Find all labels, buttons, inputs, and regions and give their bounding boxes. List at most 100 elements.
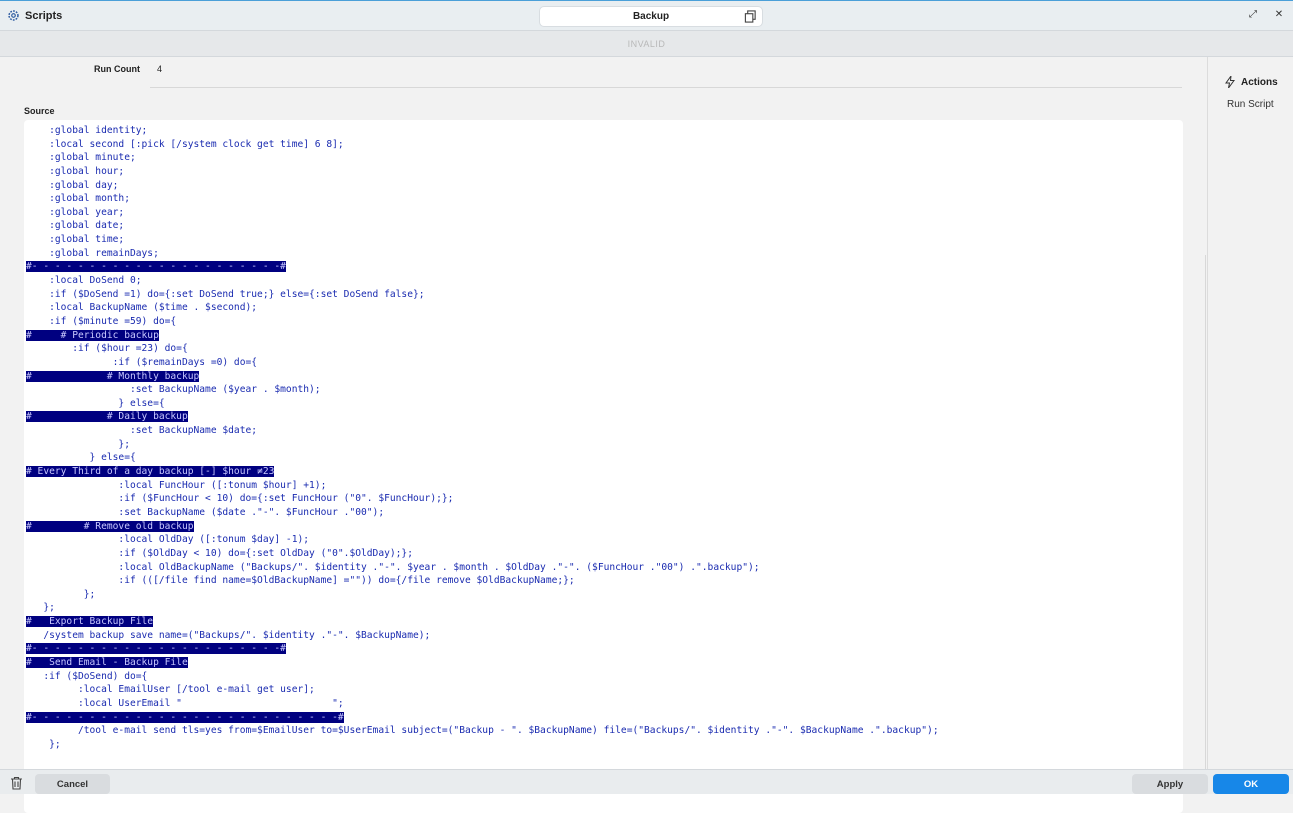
- source-line[interactable]: #- - - - - - - - - - - - - - - - - - - -…: [26, 642, 939, 656]
- source-line[interactable]: # Send Email - Backup File: [26, 656, 939, 670]
- source-line[interactable]: };: [26, 738, 939, 752]
- source-line-text: :local OldBackupName ("Backups/". $ident…: [26, 561, 760, 573]
- source-line-text: /tool e-mail send tls=yes from=$EmailUse…: [26, 725, 939, 737]
- source-line[interactable]: :local second [:pick [/system clock get …: [26, 138, 939, 152]
- source-line[interactable]: :if ($FuncHour < 10) do={:set FuncHour (…: [26, 492, 939, 506]
- source-line-text: :local FuncHour ([:tonum $hour] +1);: [26, 479, 327, 491]
- source-line[interactable]: :if ($DoSend =1) do={:set DoSend true;} …: [26, 288, 939, 302]
- source-line[interactable]: /system backup save name=("Backups/". $i…: [26, 629, 939, 643]
- source-line[interactable]: # # Periodic backup: [26, 329, 939, 343]
- source-line-text: :global identity;: [26, 125, 148, 136]
- source-line[interactable]: # # Daily backup: [26, 410, 939, 424]
- source-line-text: # # Monthly backup: [26, 370, 200, 382]
- apply-button[interactable]: Apply: [1132, 774, 1208, 794]
- source-line[interactable]: :set BackupName ($year . $month);: [26, 383, 939, 397]
- window-controls: ⤢ ✕: [1247, 9, 1285, 20]
- restore-icon[interactable]: ⤢: [1247, 9, 1259, 20]
- source-line[interactable]: # # Remove old backup: [26, 520, 939, 534]
- source-line[interactable]: :local DoSend 0;: [26, 274, 939, 288]
- source-line-text: :global minute;: [26, 152, 136, 164]
- source-line[interactable]: :local UserEmail " ";: [26, 697, 939, 711]
- cancel-button[interactable]: Cancel: [35, 774, 110, 794]
- source-line-text: } else={: [26, 397, 165, 409]
- source-line[interactable]: :local BackupName ($time . $second);: [26, 301, 939, 315]
- run-count-label: Run Count: [94, 64, 140, 74]
- status-bar: INVALID: [0, 31, 1293, 57]
- source-line[interactable]: } else={: [26, 397, 939, 411]
- source-line[interactable]: :global date;: [26, 219, 939, 233]
- source-line[interactable]: :if ($OldDay < 10) do={:set OldDay ("0".…: [26, 547, 939, 561]
- source-line[interactable]: #- - - - - - - - - - - - - - - - - - - -…: [26, 711, 939, 725]
- source-line-text: :global year;: [26, 206, 125, 218]
- source-line-text: :if (([/file find name=$OldBackupName] =…: [26, 575, 575, 587]
- ok-button[interactable]: OK: [1213, 774, 1289, 794]
- source-line[interactable]: :global year;: [26, 206, 939, 220]
- source-line-text: :local DoSend 0;: [26, 275, 142, 287]
- source-line-text: # # Daily backup: [26, 411, 188, 423]
- source-line[interactable]: :global hour;: [26, 165, 939, 179]
- source-line-text: :local UserEmail " ";: [26, 697, 344, 709]
- source-line-text: :if ($FuncHour < 10) do={:set FuncHour (…: [26, 493, 454, 505]
- source-line[interactable]: :global remainDays;: [26, 247, 939, 261]
- source-line[interactable]: :if ($DoSend) do={: [26, 670, 939, 684]
- source-line[interactable]: };: [26, 438, 939, 452]
- source-line[interactable]: :if ($remainDays =0) do={: [26, 356, 939, 370]
- source-line-text: :global hour;: [26, 165, 125, 177]
- source-line[interactable]: };: [26, 601, 939, 615]
- source-line[interactable]: # # Monthly backup: [26, 370, 939, 384]
- copy-icon[interactable]: [744, 10, 757, 23]
- document-title-box[interactable]: Backup: [539, 6, 763, 27]
- source-line[interactable]: :if ($hour =23) do={: [26, 342, 939, 356]
- source-line[interactable]: :local EmailUser [/tool e-mail get user]…: [26, 683, 939, 697]
- source-line-text: :local OldDay ([:tonum $day] -1);: [26, 534, 310, 546]
- trash-icon[interactable]: [10, 776, 23, 790]
- source-line-text: :set BackupName ($year . $month);: [26, 384, 321, 396]
- source-line-text: :global time;: [26, 234, 125, 246]
- source-line-text: # Every Third of a day backup [-] $hour …: [26, 466, 275, 478]
- scrollbar-track[interactable]: [1205, 255, 1206, 770]
- source-line[interactable]: :local OldBackupName ("Backups/". $ident…: [26, 561, 939, 575]
- source-line[interactable]: :set BackupName ($date ."-". $FuncHour .…: [26, 506, 939, 520]
- source-line[interactable]: #- - - - - - - - - - - - - - - - - - - -…: [26, 260, 939, 274]
- source-line[interactable]: :global day;: [26, 179, 939, 193]
- source-line-text: :if ($remainDays =0) do={: [26, 356, 258, 368]
- source-line-text: /system backup save name=("Backups/". $i…: [26, 629, 431, 641]
- source-line-text: # Send Email - Backup File: [26, 656, 188, 668]
- source-line[interactable]: :global time;: [26, 233, 939, 247]
- source-line[interactable]: :set BackupName $date;: [26, 424, 939, 438]
- source-line-text: :local second [:pick [/system clock get …: [26, 138, 344, 150]
- source-line-text: :if ($DoSend =1) do={:set DoSend true;} …: [26, 288, 425, 300]
- source-editor[interactable]: :global identity; :local second [:pick […: [24, 120, 1183, 813]
- source-line[interactable]: :if ($minute =59) do={: [26, 315, 939, 329]
- source-line[interactable]: :if (([/file find name=$OldBackupName] =…: [26, 574, 939, 588]
- source-line-text: #- - - - - - - - - - - - - - - - - - - -…: [26, 643, 286, 655]
- source-line-text: :set BackupName ($date ."-". $FuncHour .…: [26, 506, 385, 518]
- source-line-text: } else={: [26, 452, 136, 464]
- source-line-text: :global day;: [26, 179, 119, 191]
- source-line[interactable]: };: [26, 588, 939, 602]
- run-script-action[interactable]: Run Script: [1227, 99, 1274, 110]
- source-line[interactable]: # Every Third of a day backup [-] $hour …: [26, 465, 939, 479]
- source-line-text: :if ($hour =23) do={: [26, 343, 188, 355]
- source-line[interactable]: :global identity;: [26, 124, 939, 138]
- source-line[interactable]: # Export Backup File: [26, 615, 939, 629]
- source-line-text: };: [26, 438, 130, 450]
- source-line[interactable]: :local OldDay ([:tonum $day] -1);: [26, 533, 939, 547]
- source-line[interactable]: } else={: [26, 451, 939, 465]
- source-line-text: :if ($DoSend) do={: [26, 670, 148, 682]
- source-line[interactable]: :local FuncHour ([:tonum $hour] +1);: [26, 479, 939, 493]
- source-line[interactable]: /tool e-mail send tls=yes from=$EmailUse…: [26, 724, 939, 738]
- title-bar: Scripts Backup ⤢ ✕: [0, 0, 1293, 31]
- document-title: Backup: [632, 11, 670, 22]
- actions-sidebar: Actions Run Script: [1205, 57, 1293, 770]
- source-line-text: };: [26, 588, 96, 600]
- source-line[interactable]: :global minute;: [26, 151, 939, 165]
- close-icon[interactable]: ✕: [1273, 9, 1285, 20]
- source-line-text: :if ($minute =59) do={: [26, 315, 177, 327]
- source-line-text: :local EmailUser [/tool e-mail get user]…: [26, 684, 315, 696]
- source-line[interactable]: :global month;: [26, 192, 939, 206]
- gear-icon: [8, 10, 19, 21]
- footer-bar: Cancel Apply OK: [0, 769, 1293, 794]
- source-code[interactable]: :global identity; :local second [:pick […: [26, 124, 939, 751]
- lightning-icon: [1225, 76, 1235, 88]
